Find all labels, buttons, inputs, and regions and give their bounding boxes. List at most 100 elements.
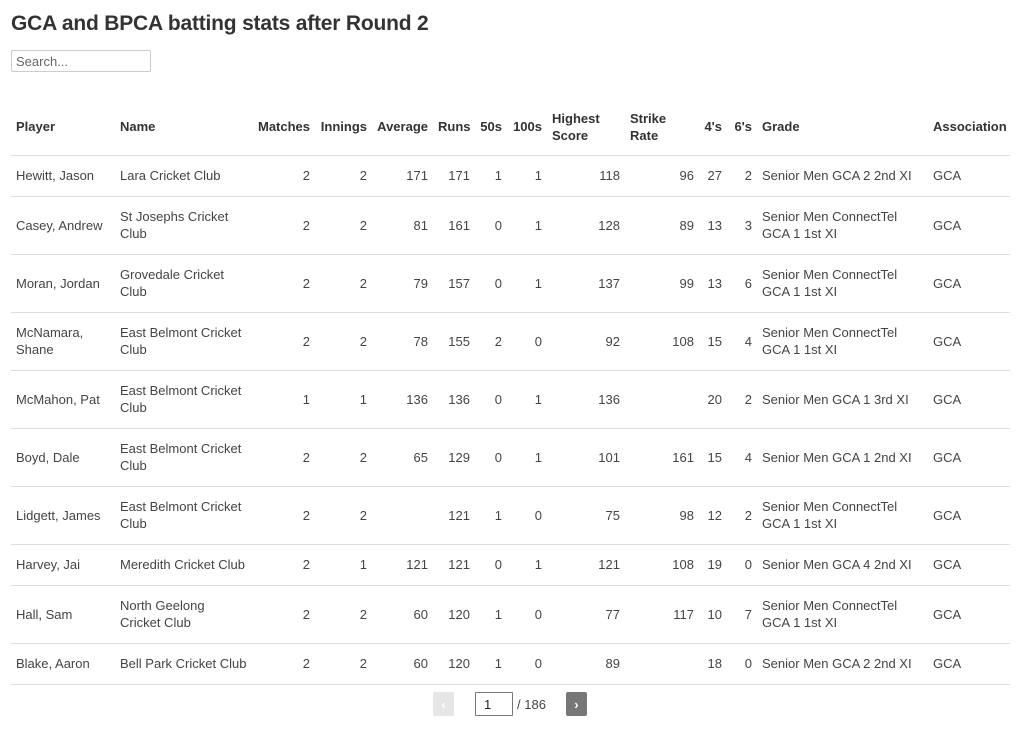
cell-name: Bell Park Cricket Club: [115, 643, 253, 685]
cell-average: 65: [372, 428, 433, 487]
cell-highest: 128: [547, 196, 625, 255]
cell-grade: Senior Men GCA 1 3rd XI: [757, 370, 928, 429]
column-header-matches[interactable]: Matches: [253, 99, 315, 156]
cell-player: Moran, Jordan: [11, 254, 115, 313]
cell-name: North Geelong Cricket Club: [115, 585, 253, 644]
cell-average: 136: [372, 370, 433, 429]
cell-sixes: 6: [727, 254, 757, 313]
cell-matches: 2: [253, 254, 315, 313]
cell-average: 78: [372, 312, 433, 371]
cell-strike-rate: 89: [625, 196, 699, 255]
search-input[interactable]: [11, 50, 151, 72]
cell-highest: 75: [547, 486, 625, 545]
cell-player: Blake, Aaron: [11, 643, 115, 685]
table-row: Harvey, Jai Meredith Cricket Club 2 1 121 121…: [11, 544, 1010, 586]
cell-fours: 18: [699, 643, 727, 685]
cell-fifties: 1: [475, 643, 507, 685]
cell-average: 60: [372, 585, 433, 644]
cell-hundreds: 1: [507, 428, 547, 487]
column-header-fifties[interactable]: 50s: [475, 99, 507, 156]
cell-name: East Belmont Cricket Club: [115, 428, 253, 487]
cell-fifties: 2: [475, 312, 507, 371]
column-header-average[interactable]: Average: [372, 99, 433, 156]
chevron-right-icon: ›: [574, 696, 579, 712]
cell-highest: 121: [547, 544, 625, 586]
cell-fours: 15: [699, 312, 727, 371]
cell-hundreds: 1: [507, 254, 547, 313]
cell-strike-rate: [625, 370, 699, 429]
column-header-innings[interactable]: Innings: [315, 99, 372, 156]
cell-innings: 2: [315, 254, 372, 313]
cell-fifties: 0: [475, 196, 507, 255]
table-header-row: Player Name Matches Innings Average Runs 50s 10…: [11, 99, 1010, 156]
cell-fours: 27: [699, 155, 727, 197]
column-header-name[interactable]: Name: [115, 99, 253, 156]
column-header-runs[interactable]: Runs: [433, 99, 475, 156]
cell-strike-rate: 117: [625, 585, 699, 644]
column-header-hundreds[interactable]: 100s: [507, 99, 547, 156]
cell-highest: 137: [547, 254, 625, 313]
cell-fifties: 0: [475, 370, 507, 429]
cell-strike-rate: 108: [625, 312, 699, 371]
cell-fours: 13: [699, 254, 727, 313]
cell-innings: 1: [315, 544, 372, 586]
cell-name: East Belmont Cricket Club: [115, 312, 253, 371]
cell-grade: Senior Men ConnectTel GCA 1 1st XI: [757, 486, 928, 545]
cell-sixes: 0: [727, 544, 757, 586]
cell-fifties: 0: [475, 428, 507, 487]
cell-sixes: 3: [727, 196, 757, 255]
cell-matches: 2: [253, 155, 315, 197]
page-title: GCA and BPCA batting stats after Round 2: [11, 12, 429, 35]
cell-runs: 120: [433, 585, 475, 644]
cell-association: GCA: [928, 544, 1010, 586]
cell-sixes: 4: [727, 428, 757, 487]
cell-innings: 2: [315, 428, 372, 487]
column-header-player[interactable]: Player: [11, 99, 115, 156]
cell-hundreds: 0: [507, 643, 547, 685]
cell-fours: 13: [699, 196, 727, 255]
cell-player: Casey, Andrew: [11, 196, 115, 255]
table-body: Hewitt, Jason Lara Cricket Club 2 2 171 171 1 1…: [11, 155, 1010, 685]
prev-page-button[interactable]: ‹: [433, 692, 455, 716]
cell-hundreds: 1: [507, 370, 547, 429]
column-header-strike-rate[interactable]: Strike Rate: [625, 99, 699, 156]
cell-average: 121: [372, 544, 433, 586]
cell-strike-rate: 99: [625, 254, 699, 313]
cell-association: GCA: [928, 643, 1010, 685]
cell-matches: 2: [253, 544, 315, 586]
column-header-grade[interactable]: Grade: [757, 99, 928, 156]
cell-grade: Senior Men ConnectTel GCA 1 1st XI: [757, 196, 928, 255]
table-row: Moran, Jordan Grovedale Cricket Club 2 2 79 1…: [11, 254, 1010, 313]
cell-sixes: 2: [727, 486, 757, 545]
cell-fifties: 1: [475, 486, 507, 545]
cell-runs: 171: [433, 155, 475, 197]
cell-association: GCA: [928, 585, 1010, 644]
cell-hundreds: 1: [507, 544, 547, 586]
cell-innings: 1: [315, 370, 372, 429]
cell-average: 60: [372, 643, 433, 685]
column-header-highest[interactable]: Highest Score: [547, 99, 625, 156]
next-page-button[interactable]: ›: [565, 692, 587, 716]
column-header-sixes[interactable]: 6's: [727, 99, 757, 156]
cell-name: Meredith Cricket Club: [115, 544, 253, 586]
page-number-input[interactable]: [475, 692, 514, 716]
cell-runs: 136: [433, 370, 475, 429]
cell-player: McMahon, Pat: [11, 370, 115, 429]
cell-runs: 157: [433, 254, 475, 313]
cell-player: Lidgett, James: [11, 486, 115, 545]
cell-highest: 101: [547, 428, 625, 487]
cell-sixes: 0: [727, 643, 757, 685]
cell-innings: 2: [315, 585, 372, 644]
page: GCA and BPCA batting stats after Round 2…: [0, 0, 1020, 685]
cell-sixes: 7: [727, 585, 757, 644]
cell-highest: 136: [547, 370, 625, 429]
cell-innings: 2: [315, 155, 372, 197]
column-header-fours[interactable]: 4's: [699, 99, 727, 156]
cell-matches: 2: [253, 486, 315, 545]
cell-innings: 2: [315, 643, 372, 685]
cell-runs: 129: [433, 428, 475, 487]
table-row: McNamara, Shane East Belmont Cricket Club…: [11, 312, 1010, 371]
cell-hundreds: 1: [507, 196, 547, 255]
column-header-association[interactable]: Association: [928, 99, 1010, 156]
batting-stats-table: Player Name Matches Innings Average Runs 50s 10…: [11, 99, 1010, 685]
